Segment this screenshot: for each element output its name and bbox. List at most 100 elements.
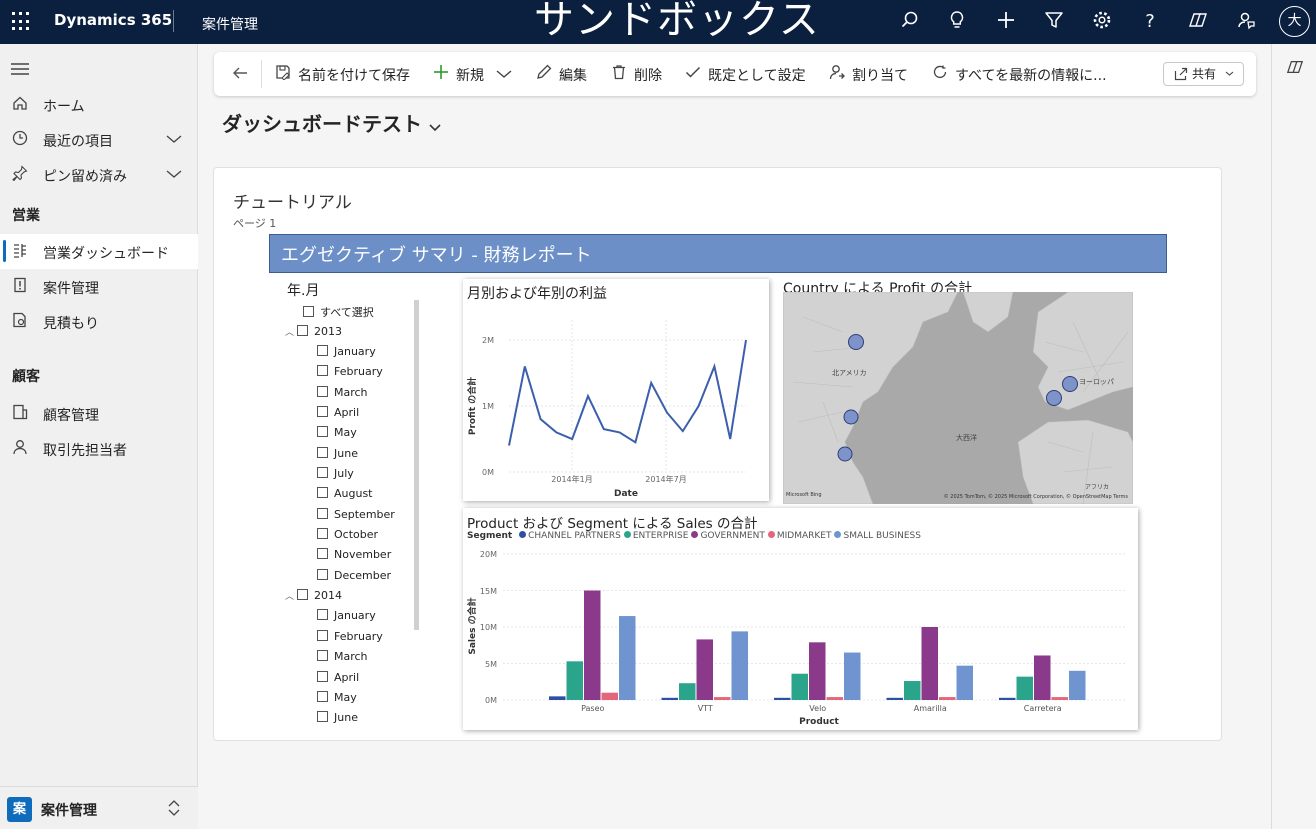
sales-bar-chart[interactable]: Product および Segment による Sales の合計 Segmen… (463, 508, 1138, 730)
bar (921, 627, 938, 700)
checkbox[interactable] (317, 711, 328, 722)
assign-button[interactable]: 割り当て (828, 64, 908, 86)
collapse-chevron-icon[interactable]: ︿ (285, 589, 297, 602)
feedback-icon[interactable] (1234, 10, 1258, 34)
slicer-month[interactable]: March (317, 386, 368, 399)
collapse-chevron-icon[interactable]: ︿ (285, 325, 297, 338)
slicer-year-2014[interactable]: ︿ 2014 (285, 589, 342, 602)
slicer-month[interactable]: February (317, 630, 383, 643)
x-tick-label: 2014年1月 (551, 474, 592, 484)
slicer-month[interactable]: August (317, 487, 373, 500)
sidebar-item-home[interactable]: ホーム (0, 87, 198, 122)
delete-button[interactable]: 削除 (610, 64, 662, 86)
sidebar-item-quotes[interactable]: 見積もり (0, 304, 198, 339)
map-bubble[interactable] (837, 446, 853, 462)
sidebar-item-recent[interactable]: 最近の項目 (0, 122, 198, 157)
slicer-year-2013[interactable]: ︿ 2013 (285, 325, 342, 338)
slicer-month[interactable]: June (317, 711, 358, 724)
checkbox[interactable] (317, 386, 328, 397)
settings-icon[interactable] (1090, 10, 1114, 34)
slicer-month[interactable]: October (317, 528, 378, 541)
slicer-month[interactable]: April (317, 406, 359, 419)
checkbox[interactable] (317, 671, 328, 682)
map-bubble[interactable] (1046, 390, 1062, 406)
checkbox[interactable] (297, 589, 308, 600)
profit-line-chart[interactable]: 月別および年別の利益 Profit の合計 Date 2M 1M 0M 2014… (463, 279, 769, 501)
map-bubble[interactable] (848, 334, 864, 350)
area-switcher[interactable]: 案 案件管理 (0, 786, 198, 829)
app-name[interactable]: 案件管理 (202, 14, 258, 34)
edit-button[interactable]: 編集 (535, 64, 587, 86)
slicer-item-label: February (334, 630, 383, 643)
sidebar-item-opportunities[interactable]: 案件管理 (0, 269, 198, 304)
checkbox[interactable] (317, 345, 328, 356)
profit-map[interactable]: Country による Profit の合計 北アメリカ 大西洋 ヨーロッパ ア… (782, 279, 1134, 504)
slicer-month[interactable]: June (317, 447, 358, 460)
set-default-button[interactable]: 既定として設定 (684, 64, 806, 86)
save-as-button[interactable]: 名前を付けて保存 (274, 64, 410, 86)
slicer-month[interactable]: January (317, 345, 376, 358)
checkbox[interactable] (303, 306, 314, 317)
checkbox[interactable] (317, 609, 328, 620)
slicer-month[interactable]: September (317, 508, 395, 521)
checkbox[interactable] (317, 365, 328, 376)
sidebar-item-contacts[interactable]: 取引先担当者 (0, 431, 198, 466)
checkbox[interactable] (297, 325, 308, 336)
back-button[interactable] (231, 64, 249, 86)
checkbox[interactable] (317, 650, 328, 661)
copilot-icon[interactable] (1186, 10, 1210, 34)
copilot-icon[interactable] (1286, 58, 1304, 80)
slicer-month[interactable]: May (317, 426, 357, 439)
sidebar-item-pinned[interactable]: ピン留め済み (0, 157, 198, 192)
slicer-month[interactable]: April (317, 671, 359, 684)
slicer-month[interactable]: December (317, 569, 391, 582)
slicer-month[interactable]: February (317, 365, 383, 378)
slicer-month[interactable]: July (317, 467, 354, 480)
checkbox[interactable] (317, 569, 328, 580)
checkbox[interactable] (317, 630, 328, 641)
slicer-month[interactable]: January (317, 609, 376, 622)
new-dropdown-chevron-down-icon[interactable] (496, 66, 512, 88)
avatar[interactable]: 大 (1279, 6, 1310, 37)
chevron-down-icon[interactable] (166, 131, 182, 147)
search-icon[interactable] (898, 10, 922, 34)
slicer-select-all[interactable]: すべて選択 (303, 304, 374, 320)
lightbulb-icon[interactable] (945, 10, 969, 34)
slicer-month[interactable]: May (317, 691, 357, 704)
slicer-item-label: July (334, 467, 354, 480)
report-page-label: ページ 1 (233, 217, 277, 230)
dashboard-selector-chevron-down-icon[interactable] (428, 118, 442, 137)
brand-name[interactable]: Dynamics 365 (54, 11, 172, 29)
checkbox[interactable] (317, 406, 328, 417)
checkbox[interactable] (317, 691, 328, 702)
checkbox[interactable] (317, 447, 328, 458)
sidebar-item-sales-dashboard[interactable]: 営業ダッシュボード (0, 234, 198, 269)
map-bubble[interactable] (843, 409, 859, 425)
app-launcher-icon[interactable] (12, 12, 32, 32)
slicer-month[interactable]: November (317, 548, 391, 561)
new-button[interactable]: 新規 (432, 64, 484, 86)
world-map[interactable]: 北アメリカ 大西洋 ヨーロッパ アフリカ Microsoft Bing © 20… (783, 292, 1133, 504)
bar (714, 697, 731, 700)
map-bubble[interactable] (1062, 376, 1078, 392)
checkbox[interactable] (317, 487, 328, 498)
help-icon[interactable]: ? (1138, 10, 1162, 34)
checkbox[interactable] (317, 467, 328, 478)
category-label: Velo (809, 704, 826, 713)
map-attribution[interactable]: © 2025 TomTom, © 2025 Microsoft Corporat… (944, 493, 1129, 500)
checkbox[interactable] (317, 528, 328, 539)
checkbox[interactable] (317, 426, 328, 437)
checkbox[interactable] (317, 508, 328, 519)
slicer-scrollbar[interactable] (414, 300, 419, 630)
share-button[interactable]: 共有 (1163, 62, 1244, 86)
checkbox[interactable] (317, 548, 328, 559)
sidebar-item-accounts[interactable]: 顧客管理 (0, 396, 198, 431)
hamburger-menu-icon[interactable] (11, 60, 29, 79)
plus-icon[interactable] (994, 10, 1018, 34)
refresh-all-button[interactable]: すべてを最新の情報に... (931, 64, 1107, 86)
slicer-item-label: March (334, 650, 368, 663)
slicer-month[interactable]: March (317, 650, 368, 663)
report-card: チュートリアル ページ 1 エグゼクティブ サマリ - 財務レポート 年.月 す… (213, 167, 1222, 741)
chevron-down-icon[interactable] (166, 166, 182, 182)
filter-icon[interactable] (1042, 10, 1066, 34)
